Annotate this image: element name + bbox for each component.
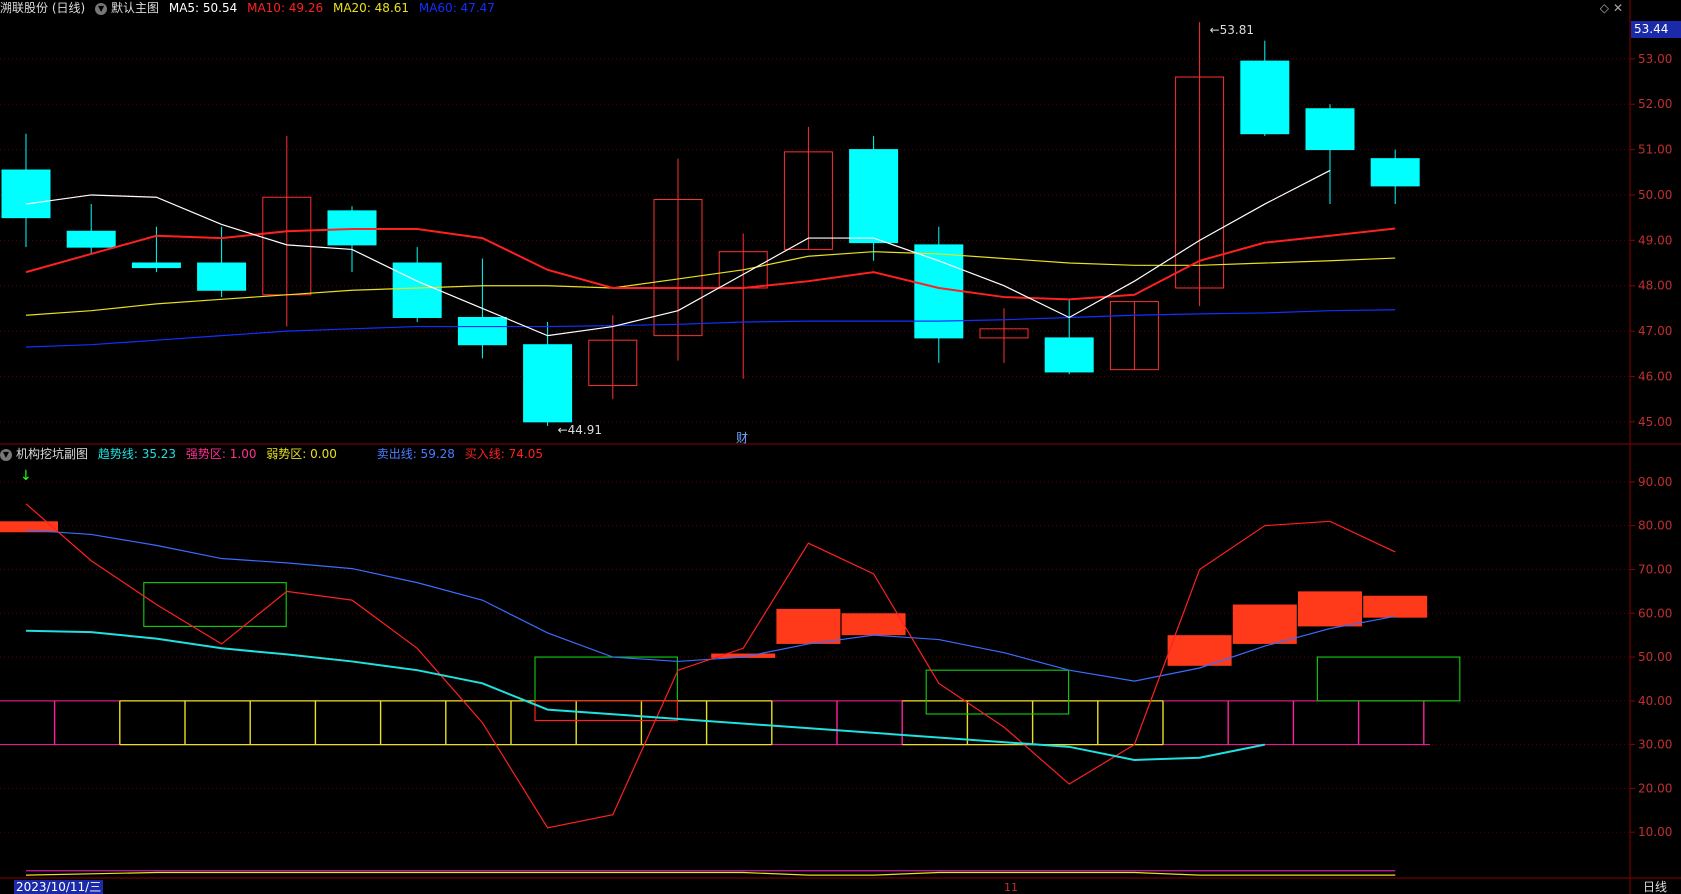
main-y-tick-label: 46.00 bbox=[1638, 369, 1672, 383]
sub-y-tick-label: 80.00 bbox=[1638, 519, 1672, 533]
buy-signal-bar bbox=[776, 608, 841, 644]
ma5-legend: MA5: 50.54 bbox=[168, 1, 238, 15]
main-chart-header: 溯联股份 (日线) ▼ 默认主图 MA5: 50.54 MA10: 49.26 M… bbox=[0, 0, 501, 16]
candle-down bbox=[914, 244, 964, 339]
sub-y-tick-label: 70.00 bbox=[1638, 562, 1672, 576]
candle-down bbox=[66, 230, 116, 248]
buy-signal-bar bbox=[1298, 591, 1362, 627]
period-label[interactable]: 日线 bbox=[1643, 880, 1667, 894]
sub-y-tick-label: 10.00 bbox=[1638, 825, 1672, 839]
sub-panel-dropdown-icon[interactable]: ▼ bbox=[0, 448, 12, 461]
candle-down bbox=[197, 262, 247, 291]
candle-down bbox=[523, 344, 573, 423]
buy-signal-bar bbox=[1167, 635, 1232, 666]
main-panel-name[interactable]: 默认主图 bbox=[111, 1, 159, 15]
buy-signal-bar bbox=[841, 613, 906, 636]
candle-down bbox=[1240, 60, 1290, 135]
candle-down bbox=[457, 316, 507, 346]
sub-panel-name[interactable]: 机构挖坑副图 bbox=[16, 447, 88, 461]
x-tick-label: 11 bbox=[1004, 881, 1018, 894]
ma20-legend: MA20: 48.61 bbox=[332, 1, 410, 15]
sub-y-tick-label: 20.00 bbox=[1638, 781, 1672, 795]
trend-legend: 趋势线: 35.23 bbox=[97, 447, 177, 461]
pit-signal-box bbox=[925, 669, 1070, 715]
buy-line-legend: 买入线: 74.05 bbox=[464, 447, 543, 461]
stock-title[interactable]: 溯联股份 (日线) bbox=[0, 1, 85, 15]
sub-y-tick-label: 40.00 bbox=[1638, 694, 1672, 708]
trend-line bbox=[25, 629, 1265, 761]
extreme-price-label: ←44.91 bbox=[558, 423, 602, 437]
extreme-price-label: ←53.81 bbox=[1210, 23, 1254, 37]
candle-down bbox=[849, 149, 899, 244]
weak-zone-line bbox=[25, 871, 1396, 876]
sub-y-tick-label: 50.00 bbox=[1638, 650, 1672, 664]
down-arrow-icon: ↓ bbox=[20, 468, 32, 484]
pit-signal-box bbox=[143, 582, 287, 628]
ma60-legend: MA60: 47.47 bbox=[418, 1, 495, 15]
candle-down bbox=[1305, 108, 1355, 151]
main-y-tick-label: 52.00 bbox=[1638, 97, 1672, 111]
sub-y-tick-label: 60.00 bbox=[1638, 606, 1672, 620]
strong-zone-legend: 强势区: 1.00 bbox=[185, 447, 257, 461]
close-icon[interactable]: ✕ bbox=[1613, 1, 1623, 15]
main-y-tick-label: 53.00 bbox=[1638, 52, 1672, 66]
main-y-tick-label: 47.00 bbox=[1638, 324, 1672, 338]
last-price-tag: 53.44 bbox=[1631, 21, 1681, 38]
candle-down bbox=[1044, 337, 1094, 373]
candle-down bbox=[1370, 158, 1420, 187]
candle-down bbox=[327, 210, 377, 246]
weak-zone-legend: 弱势区: 0.00 bbox=[266, 447, 337, 461]
candle-down bbox=[1, 169, 51, 219]
panel-dropdown-icon[interactable]: ▼ bbox=[95, 2, 108, 15]
date-label: 2023/10/11/三 bbox=[14, 880, 104, 894]
main-y-tick-label: 48.00 bbox=[1638, 279, 1672, 293]
buy-signal-bar bbox=[1363, 595, 1428, 618]
ma60-line bbox=[25, 309, 1396, 348]
diamond-icon[interactable]: ◇ bbox=[1600, 1, 1609, 15]
pit-signal-box bbox=[1316, 656, 1461, 702]
sub-chart-header: ▼ 机构挖坑副图 趋势线: 35.23 强势区: 1.00 弱势区: 0.00 卖… bbox=[0, 446, 549, 462]
sub-y-tick-label: 30.00 bbox=[1638, 738, 1672, 752]
ma10-legend: MA10: 49.26 bbox=[247, 1, 324, 15]
candle-down bbox=[392, 262, 442, 318]
pit-signal-box bbox=[534, 656, 678, 702]
sub-y-tick-label: 90.00 bbox=[1638, 475, 1672, 489]
candle-down bbox=[131, 262, 181, 269]
main-y-tick-label: 49.00 bbox=[1638, 233, 1672, 247]
buy-signal-bar bbox=[1232, 604, 1297, 644]
sell-line-legend: 卖出线: 59.28 bbox=[376, 447, 455, 461]
main-y-tick-label: 50.00 bbox=[1638, 188, 1672, 202]
main-y-tick-label: 51.00 bbox=[1638, 143, 1672, 157]
finance-marker[interactable]: 财 bbox=[736, 429, 748, 446]
main-y-tick-label: 45.00 bbox=[1638, 415, 1672, 429]
